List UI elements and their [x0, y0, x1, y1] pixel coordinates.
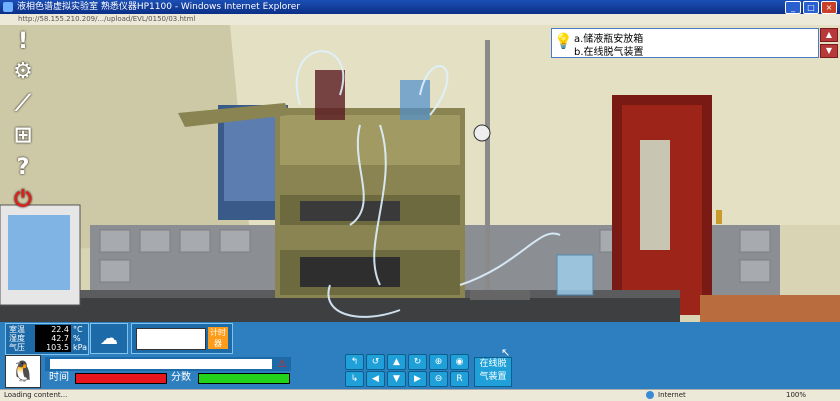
up-arrow-icon[interactable]: ▲ [387, 354, 406, 370]
avatar: 🐧 [5, 355, 41, 388]
message-field [50, 359, 272, 369]
exclamation-icon[interactable]: ! [10, 29, 36, 55]
warning-icon[interactable]: ⚠ [276, 358, 288, 370]
degasser-button[interactable]: 在线脱 气装置 [474, 357, 512, 387]
table-icon[interactable]: ⊞ [10, 123, 36, 149]
address-text: http://58.155.210.209/.../upload/EVL/015… [18, 15, 196, 23]
timer-display [136, 328, 206, 350]
zone-indicator: Internet [646, 390, 686, 401]
zoom-level[interactable]: 100% [786, 390, 806, 401]
time-bar-fill [76, 374, 166, 383]
humidity-unit: % [73, 334, 81, 343]
humidity-value: 42.7 [35, 334, 71, 343]
window-title: 液相色谱虚拟实验室 熟悉仪器HP1100 - Windows Internet … [17, 2, 301, 12]
zoom-out-icon[interactable]: ⊖ [429, 371, 448, 387]
humidity-label: 湿度 [9, 334, 25, 343]
cursor-icon: ↖ [501, 346, 511, 359]
rotate-right-icon[interactable]: ↳ [345, 371, 364, 387]
pressure-label: 气压 [9, 343, 25, 352]
score-bar-fill [199, 374, 289, 383]
environment-panel: 室温 22.4 °C 湿度 42.7 % 气压 103.5 kPa [5, 323, 89, 355]
scroll-up-button[interactable]: ▲ [820, 28, 838, 42]
gear-icon[interactable]: ⚙ [10, 59, 36, 85]
hint-line-b: b.在线脱气装置 [574, 47, 644, 58]
globe-icon [646, 391, 654, 399]
temp-unit: °C [73, 325, 83, 334]
eye-icon[interactable]: ◉ [450, 354, 469, 370]
left-arrow-icon[interactable]: ◀ [366, 371, 385, 387]
minimize-button[interactable]: _ [785, 1, 801, 14]
score-bar [198, 373, 290, 384]
progress-row: 时间 分数 [45, 371, 291, 385]
pressure-value: 103.5 [35, 343, 71, 352]
pressure-unit: kPa [73, 343, 87, 352]
timer-button[interactable]: 计时 器 [208, 327, 228, 349]
reset-view-icon[interactable]: R [450, 371, 469, 387]
scroll-down-button[interactable]: ▼ [820, 44, 838, 58]
temp-value: 22.4 [35, 325, 71, 334]
chart-icon[interactable]: ⟋ [10, 91, 36, 117]
undo-icon[interactable]: ↺ [366, 354, 385, 370]
rotate-left-icon[interactable]: ↰ [345, 354, 364, 370]
status-bar: Loading content... Internet 100% [0, 389, 840, 401]
time-label: 时间 [49, 372, 69, 383]
weather-icon: ☁ [90, 323, 128, 354]
address-bar[interactable]: http://58.155.210.209/.../upload/EVL/015… [0, 14, 840, 25]
ie-icon [3, 2, 13, 12]
time-bar [75, 373, 167, 384]
lightbulb-icon: 💡 [554, 32, 573, 50]
view-controls: ↰ ↺ ▲ ↻ ⊕ ◉ ↳ ◀ ▼ ▶ ⊖ R [345, 354, 471, 387]
message-bar: ⚠ [45, 357, 291, 371]
right-arrow-icon[interactable]: ▶ [408, 371, 427, 387]
timer-panel: 计时 器 [131, 323, 233, 354]
down-arrow-icon[interactable]: ▼ [387, 371, 406, 387]
left-toolbar: ! ⚙ ⟋ ⊞ ? ⏻ [0, 25, 44, 215]
score-label: 分数 [171, 372, 191, 383]
temp-label: 室温 [9, 325, 25, 334]
zoom-in-icon[interactable]: ⊕ [429, 354, 448, 370]
close-button[interactable]: × [821, 1, 837, 14]
help-icon[interactable]: ? [10, 155, 36, 181]
loading-text: Loading content... [4, 391, 68, 399]
window-titlebar: 液相色谱虚拟实验室 熟悉仪器HP1100 - Windows Internet … [0, 0, 840, 14]
maximize-button[interactable]: □ [803, 1, 819, 14]
power-icon[interactable]: ⏻ [10, 187, 36, 213]
redo-icon[interactable]: ↻ [408, 354, 427, 370]
hint-scroll: ▲ ▼ [820, 28, 838, 58]
hint-panel: 💡 a.储液瓶安放箱 b.在线脱气装置 [551, 28, 819, 58]
zone-text: Internet [658, 391, 686, 399]
